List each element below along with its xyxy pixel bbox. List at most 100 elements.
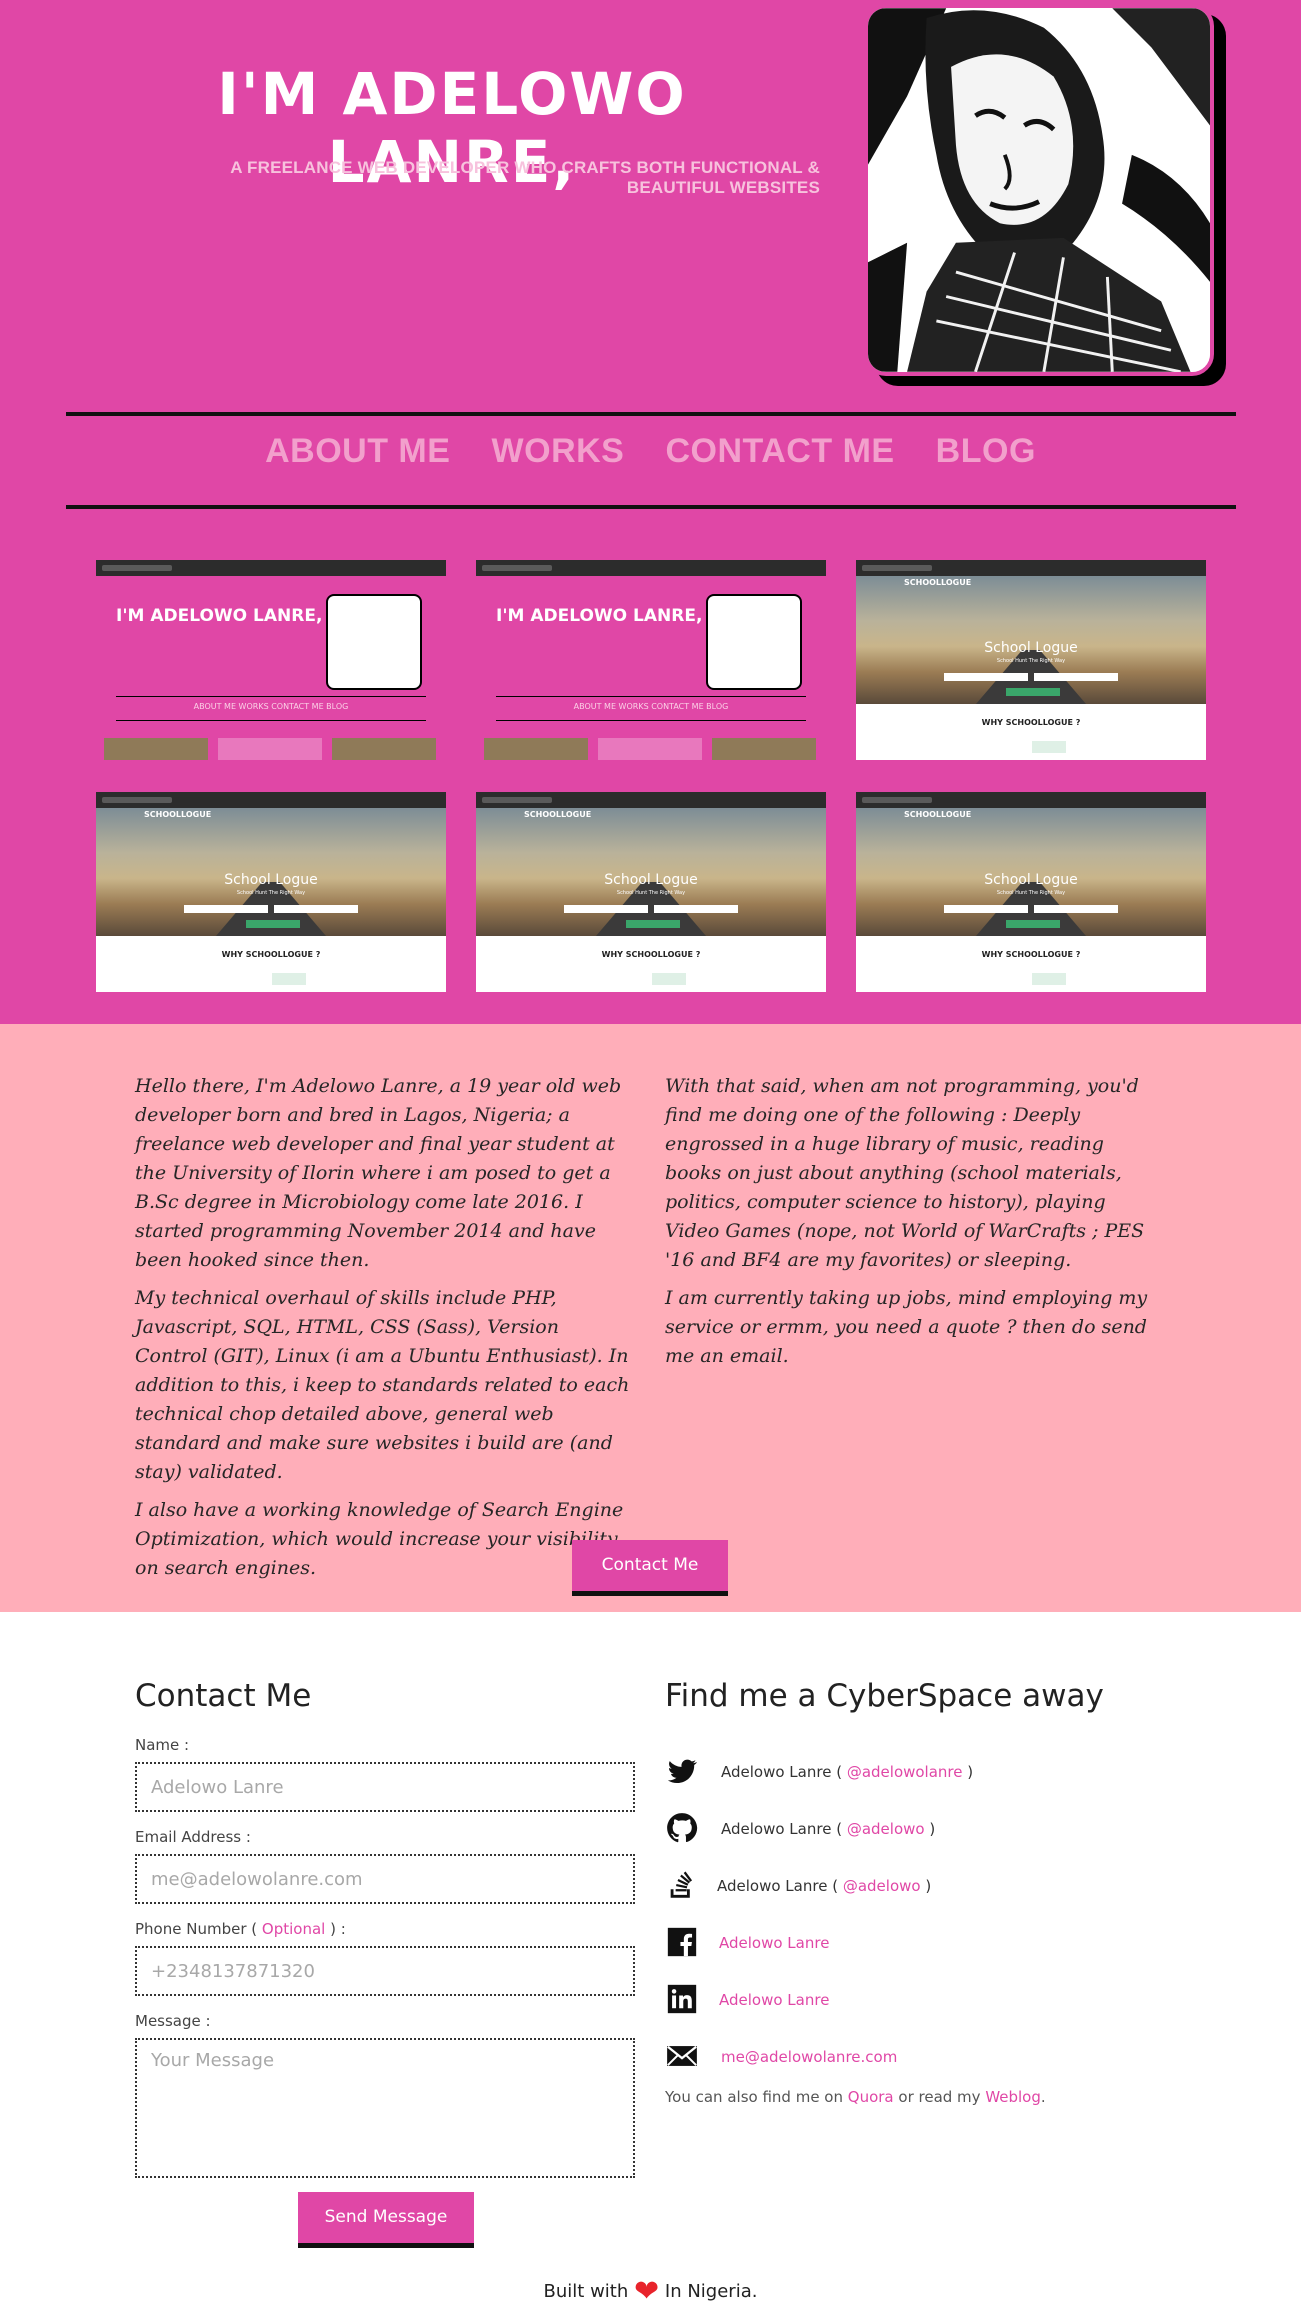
thumbnail-title: I'M ADELOWO LANRE, [496,606,703,626]
thumbnail-body: I'M ADELOWO LANRE, ABOUT ME WORKS CONTAC… [96,576,446,760]
social-stackoverflow: Adelowo Lanre ( @adelowo ) [665,1868,1165,1904]
profile-photo [864,4,1226,386]
nav-contact-me[interactable]: CONTACT ME [665,432,894,471]
thumbnail-divider [116,696,426,697]
footer-built-with: Built with [543,2281,629,2302]
browser-bar [96,560,446,576]
thumbnail-input [564,905,648,913]
work-thumbnail[interactable]: I'M ADELOWO LANRE, ABOUT ME WORKS CONTAC… [476,560,826,760]
social-facebook: Adelowo Lanre [665,1925,1165,1961]
email-input[interactable] [135,1854,635,1904]
email-link[interactable]: me@adelowolanre.com [721,2048,897,2066]
name-input[interactable] [135,1762,635,1812]
thumbnail-subtitle: School Hunt The Right Way [236,890,306,896]
message-textarea[interactable] [135,2038,635,2178]
thumbnail-title: School Logue [604,872,698,888]
thumbnail-body: I'M ADELOWO LANRE, ABOUT ME WORKS CONTAC… [476,576,826,760]
phone-input[interactable] [135,1946,635,1996]
phone-label-end: ) : [325,1920,346,1938]
linkedin-link[interactable]: Adelowo Lanre [719,1991,829,2009]
social-twitter: Adelowo Lanre ( @adelowolanre ) [665,1754,1165,1790]
thumbnail-button [1006,688,1060,696]
footer: Built with ❤ In Nigeria. [0,2274,1301,2307]
stackoverflow-name: Adelowo Lanre ( [717,1877,843,1895]
thumbnail-brand: SCHOOLLOGUE [144,810,212,819]
contact-me-button[interactable]: Contact Me [572,1540,728,1596]
thumbnail-tab [272,973,306,985]
work-thumbnail[interactable]: SCHOOLLOGUE School Logue School Hunt The… [476,792,826,992]
quora-link[interactable]: Quora [848,2088,894,2106]
phone-label: Phone Number ( Optional ) : [135,1920,346,1938]
also-find-me-text: You can also find me on Quora or read my… [665,2088,1046,2106]
twitter-close: ) [962,1763,974,1781]
thumbnail-divider [496,720,806,721]
thumbnail-portrait [706,594,802,690]
thumbnail-tab [1032,741,1066,753]
github-name: Adelowo Lanre ( [721,1820,847,1838]
thumbnail-brand: SCHOOLLOGUE [904,810,972,819]
nav-divider-top [66,412,1236,416]
hero-subtitle: A FREELANCE WEB DEVELOPER WHO CRAFTS BOT… [230,158,820,197]
name-label: Name : [135,1736,190,1754]
stackoverflow-handle-link[interactable]: @adelowo [843,1877,921,1895]
email-label: Email Address : [135,1828,251,1846]
about-paragraph: I am currently taking up jobs, mind empl… [665,1287,1148,1367]
about-paragraph: My technical overhaul of skills include … [135,1287,630,1483]
thumbnail-tab [1032,973,1066,985]
work-thumbnail[interactable]: SCHOOLLOGUE School Logue School Hunt The… [856,792,1206,992]
phone-label-text: Phone Number ( [135,1920,262,1938]
thumbnail-input [1034,905,1118,913]
twitter-text: Adelowo Lanre ( @adelowolanre ) [721,1763,973,1781]
github-close: ) [924,1820,936,1838]
thumbnail-input [944,905,1028,913]
work-thumbnail[interactable]: SCHOOLLOGUE School Logue School Hunt The… [856,560,1206,760]
thumbnail-input [944,673,1028,681]
main-nav: ABOUT ME WORKS CONTACT ME BLOG [0,432,1301,471]
heart-icon: ❤ [634,2274,660,2307]
social-email: me@adelowolanre.com [665,2039,1165,2075]
thumbnail-tab [652,973,686,985]
hero-section: I'M ADELOWO LANRE, A FREELANCE WEB DEVEL… [0,0,1301,1024]
thumbnail-subtitle: School Hunt The Right Way [616,890,686,896]
thumbnail-mini [598,738,702,760]
thumbnail-mini [332,738,436,760]
nav-divider-bottom [66,505,1236,509]
thumbnail-divider [116,720,426,721]
thumbnail-divider [496,696,806,697]
browser-bar [96,792,446,808]
twitter-handle-link[interactable]: @adelowolanre [847,1763,963,1781]
also-mid: or read my [893,2088,986,2106]
about-paragraph: I also have a working knowledge of Searc… [135,1499,624,1579]
thumbnail-heading: WHY SCHOOLLOGUE ? [981,718,1081,727]
about-section: Hello there, I'm Adelowo Lanre, a 19 yea… [0,1024,1301,1612]
thumbnail-title: School Logue [984,872,1078,888]
send-message-button[interactable]: Send Message [298,2192,474,2248]
twitter-icon [667,1759,698,1784]
weblog-link[interactable]: Weblog [985,2088,1041,2106]
thumbnail-brand: SCHOOLLOGUE [524,810,592,819]
work-thumbnail[interactable]: SCHOOLLOGUE School Logue School Hunt The… [96,792,446,992]
github-handle-link[interactable]: @adelowo [847,1820,925,1838]
work-thumbnail[interactable]: I'M ADELOWO LANRE, ABOUT ME WORKS CONTAC… [96,560,446,760]
envelope-icon [667,2045,697,2066]
nav-about-me[interactable]: ABOUT ME [265,432,450,471]
browser-bar [476,792,826,808]
social-github: Adelowo Lanre ( @adelowo ) [665,1811,1165,1847]
contact-section: Contact Me Name : Email Address : Phone … [0,1612,1301,2307]
stackoverflow-icon [670,1871,693,1898]
message-label: Message : [135,2012,211,2030]
nav-blog[interactable]: BLOG [936,432,1036,471]
nav-works[interactable]: WORKS [492,432,625,471]
portrait-sketch-image [868,8,1210,372]
thumbnail-input [274,905,358,913]
browser-bar [476,560,826,576]
thumbnail-mini [218,738,322,760]
thumbnail-input [184,905,268,913]
also-post: . [1040,2088,1046,2106]
thumbnail-mini [104,738,208,760]
thumbnail-mini [712,738,816,760]
facebook-icon [667,1927,697,1957]
facebook-link[interactable]: Adelowo Lanre [719,1934,829,1952]
thumbnail-heading: WHY SCHOOLLOGUE ? [981,950,1081,959]
about-paragraph: With that said, when am not programming,… [665,1075,1145,1271]
